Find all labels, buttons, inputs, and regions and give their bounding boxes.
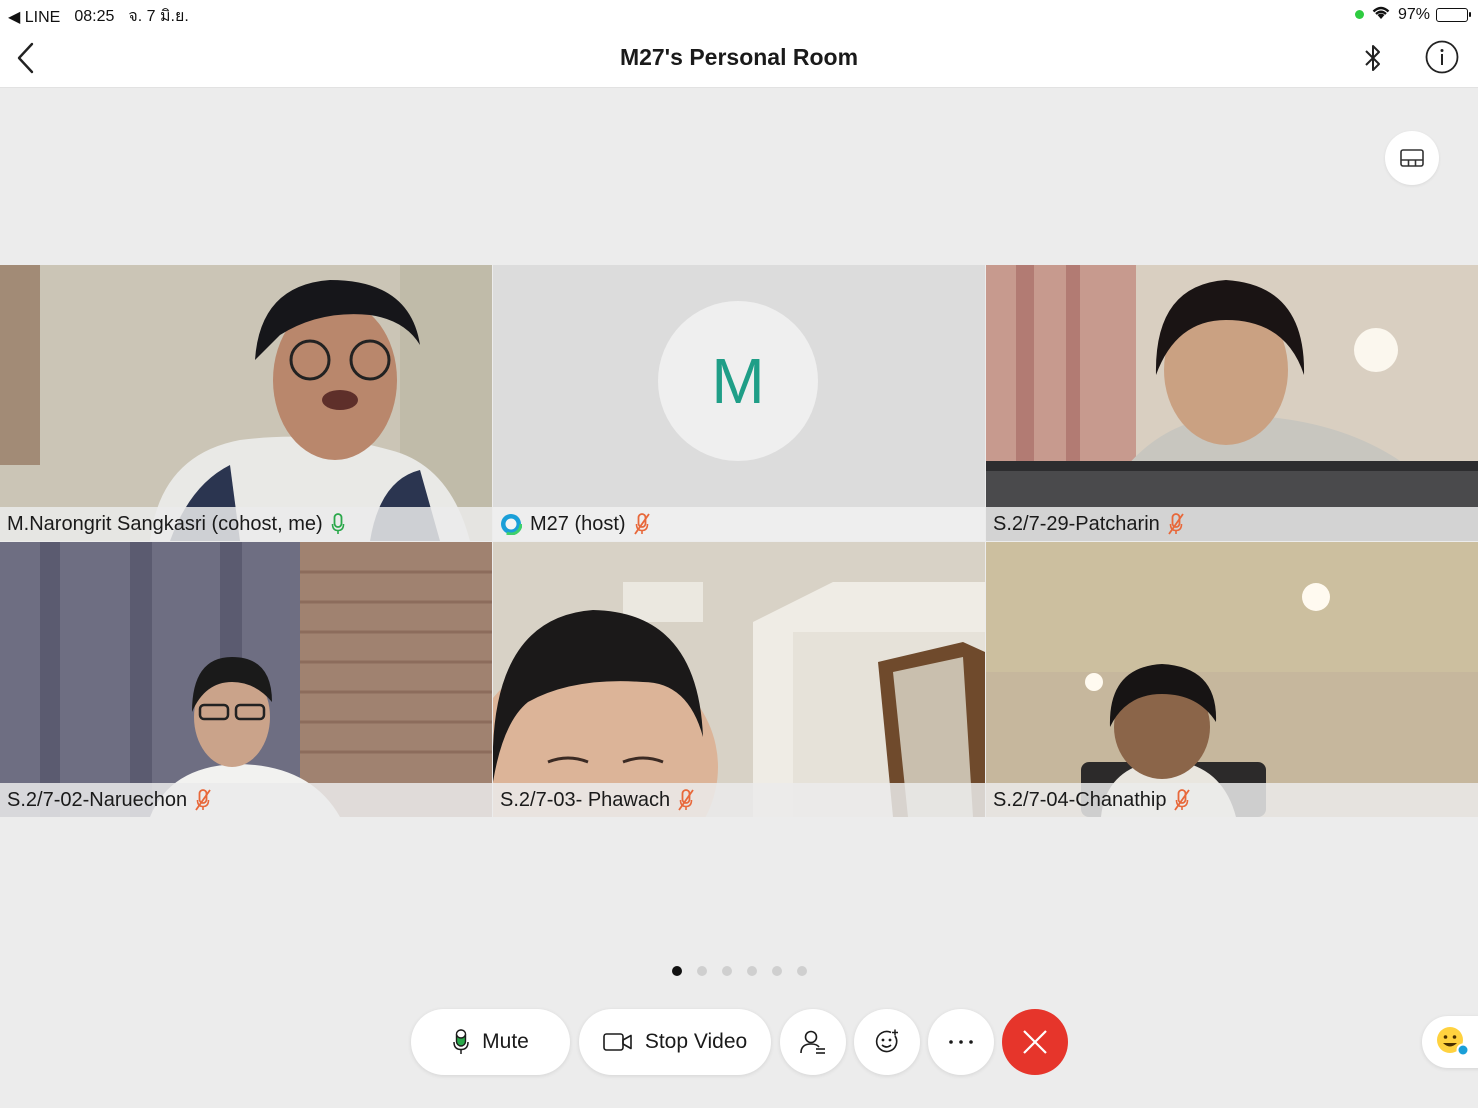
- participant-tile[interactable]: M.Narongrit Sangkasri (cohost, me): [0, 265, 492, 541]
- layout-icon: [1400, 149, 1424, 167]
- stop-video-button-label: Stop Video: [644, 1030, 748, 1053]
- emoji-reaction-fab[interactable]: [1422, 1016, 1478, 1068]
- participant-tile[interactable]: S.2/7-02-Naruechon: [0, 542, 492, 817]
- mic-muted-icon: [1168, 513, 1184, 535]
- meeting-header: M27's Personal Room: [0, 28, 1478, 88]
- page-title: M27's Personal Room: [619, 44, 859, 70]
- page-dot[interactable]: [672, 966, 682, 976]
- participant-video-image: [0, 265, 492, 541]
- mic-muted-icon: [633, 513, 650, 535]
- participant-name: M27 (host): [530, 512, 626, 535]
- back-to-app-link[interactable]: ◀ LINE: [8, 7, 60, 27]
- mute-button[interactable]: Mute: [411, 1009, 570, 1075]
- page-dot[interactable]: [772, 966, 782, 976]
- mic-in-use-indicator-icon: [1354, 10, 1364, 19]
- smiley-add-icon: [875, 1029, 898, 1053]
- microphone-icon: [453, 1029, 469, 1054]
- participant-tile[interactable]: S.2/7-03- Phawach: [493, 542, 985, 817]
- mic-on-icon: [331, 513, 344, 534]
- wifi-icon: [1370, 4, 1392, 25]
- video-camera-icon: [603, 1033, 632, 1051]
- participant-video-image: [986, 542, 1478, 817]
- video-grid: M.Narongrit Sangkasri (cohost, me) M M27…: [0, 265, 1478, 817]
- participant-name: S.2/7-02-Naruechon: [7, 788, 188, 811]
- participant-name-bar: S.2/7-29-Patcharin: [986, 507, 1478, 541]
- page-dot[interactable]: [747, 966, 757, 976]
- participant-name-bar: S.2/7-04-Chanathip: [986, 783, 1478, 817]
- participant-avatar: M: [658, 301, 818, 461]
- participant-tile[interactable]: M M27 (host): [493, 265, 985, 541]
- participant-name: S.2/7-03- Phawach: [500, 788, 671, 811]
- bluetooth-icon[interactable]: [1360, 40, 1386, 76]
- status-date: จ. 7 มิ.ย.: [128, 8, 189, 25]
- mic-muted-icon: [1174, 789, 1191, 811]
- participant-video-image: [0, 542, 492, 817]
- mute-button-label: Mute: [482, 1030, 529, 1053]
- status-time: 08:25: [74, 7, 115, 25]
- emoji-icon: [1437, 1027, 1470, 1057]
- participant-name-bar: S.2/7-02-Naruechon: [0, 783, 492, 817]
- participant-tile[interactable]: S.2/7-04-Chanathip: [986, 542, 1478, 817]
- mic-muted-icon: [195, 789, 211, 811]
- participant-name-bar: M.Narongrit Sangkasri (cohost, me): [0, 507, 492, 541]
- participant-name: M.Narongrit Sangkasri (cohost, me): [7, 512, 323, 535]
- leave-meeting-button[interactable]: [1002, 1009, 1068, 1075]
- participant-name: S.2/7-04-Chanathip: [993, 788, 1167, 811]
- info-icon[interactable]: [1425, 40, 1459, 74]
- battery-icon: [1436, 7, 1471, 22]
- close-icon: [1023, 1030, 1047, 1054]
- page-dot[interactable]: [797, 966, 807, 976]
- status-bar: ◀ LINE 08:25 จ. 7 มิ.ย. 97%: [0, 0, 1478, 28]
- mic-muted-icon: [678, 789, 694, 811]
- more-options-button[interactable]: [928, 1009, 994, 1075]
- participant-video-image: [986, 265, 1478, 541]
- page-indicator[interactable]: [672, 966, 807, 976]
- participant-name-bar: M27 (host): [493, 507, 985, 541]
- participant-tile[interactable]: S.2/7-29-Patcharin: [986, 265, 1478, 541]
- page-dot[interactable]: [697, 966, 707, 976]
- participants-button[interactable]: [780, 1009, 846, 1075]
- stop-video-button[interactable]: Stop Video: [579, 1009, 771, 1075]
- reactions-button[interactable]: [854, 1009, 920, 1075]
- page-dot[interactable]: [722, 966, 732, 976]
- participant-name-bar: S.2/7-03- Phawach: [493, 783, 985, 817]
- meeting-controls: Mute Stop Video: [0, 1009, 1478, 1075]
- webex-logo-icon: [500, 513, 522, 535]
- participant-name: S.2/7-29-Patcharin: [993, 512, 1160, 535]
- battery-percent: 97%: [1397, 5, 1430, 23]
- more-dots-icon: [949, 1040, 973, 1044]
- participant-video-image: [493, 542, 985, 817]
- participants-icon: [800, 1030, 825, 1054]
- layout-switch-button[interactable]: [1385, 131, 1439, 185]
